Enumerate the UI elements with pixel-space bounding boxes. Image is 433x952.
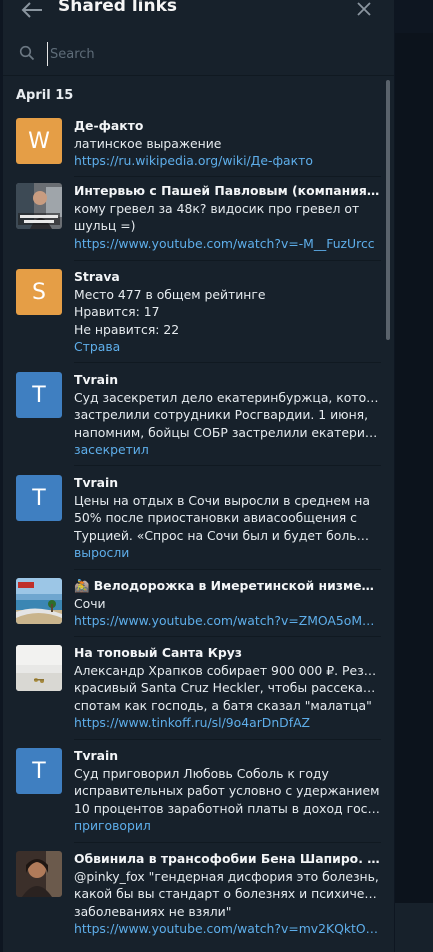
link-description: Место 477 в общем рейтинге: [74, 286, 266, 302]
link-thumbnail: T: [16, 748, 62, 794]
link-description: кому гревел за 48к? видосик про гревел о…: [74, 200, 360, 216]
link-url[interactable]: засекретил: [74, 441, 380, 459]
divider: [74, 260, 381, 261]
divider: [74, 739, 381, 740]
divider: [74, 362, 381, 363]
link-title: На топовый Санта Круз: [74, 645, 242, 660]
link-description: Суд приговорил Любовь Соболь к году: [74, 765, 329, 781]
link-description: @pinky_fox "гендерная дисфория это болез…: [74, 868, 379, 884]
back-arrow-icon[interactable]: [21, 2, 43, 18]
link-description: какой бы вы стандарт о болезнях и психич…: [74, 886, 380, 901]
link-description: Александр Храпков собирает 900 000 ₽. Ре…: [74, 662, 380, 678]
video-thumbnail: [16, 851, 62, 897]
link-title: Де-факто: [74, 118, 144, 133]
link-thumbnail: T: [16, 475, 62, 521]
link-url[interactable]: приговорил: [74, 817, 380, 835]
link-thumbnail: W: [16, 118, 62, 164]
link-url[interactable]: https://www.tinkoff.ru/sl/9o4arDnDfAZ: [74, 714, 380, 732]
panel-header: Shared links: [3, 0, 394, 28]
link-title: Обвинила в трансофобии Бена Шапиро. На .…: [74, 851, 380, 866]
link-thumbnail: T: [16, 372, 62, 418]
link-title: Интервью с Пашей Павловым (компания SH..…: [74, 183, 380, 198]
link-title: Strava: [74, 269, 120, 284]
link-thumbnail-image: [16, 645, 62, 691]
link-description: исправительных работ условно с удержание…: [74, 783, 380, 798]
link-url[interactable]: https://ru.wikipedia.org/wiki/Де-факто: [74, 152, 380, 170]
close-icon[interactable]: [356, 1, 372, 17]
link-description: Цены на отдых в Сочи выросли в среднем н…: [74, 492, 370, 508]
link-title: Tvrain: [74, 475, 119, 490]
chat-input-bar: [395, 903, 433, 952]
shared-links-panel: Shared links April 15 W Де-факто латинск…: [3, 0, 394, 952]
divider: [74, 465, 381, 466]
link-description: Не нравится: 22: [74, 321, 180, 337]
link-description: Сочи: [74, 595, 106, 611]
link-description: спотам как господь, а батя сказал "малат…: [74, 697, 372, 713]
divider: [74, 176, 381, 177]
link-title: Tvrain: [74, 748, 119, 763]
link-title: Tvrain: [74, 372, 119, 387]
link-url[interactable]: https://www.youtube.com/watch?v=mv2KQktO…: [74, 920, 380, 938]
divider: [74, 569, 381, 570]
chat-background: [395, 0, 433, 952]
search-input[interactable]: [47, 42, 372, 66]
chat-area: [395, 33, 433, 903]
panel-title: Shared links: [58, 0, 177, 16]
link-description: красивый Santa Cruz Heckler, чтобы рассе…: [74, 680, 380, 695]
link-url[interactable]: Страва: [74, 338, 380, 356]
link-description: Нравится: 17: [74, 304, 160, 319]
link-url[interactable]: https://www.youtube.com/watch?v=ZMOA5oM0…: [74, 612, 380, 630]
link-thumbnail: S: [16, 269, 62, 315]
search-bar: [3, 33, 394, 76]
divider: [74, 636, 381, 637]
link-description: заболеваниях не взяли": [74, 903, 232, 919]
link-description: Суд засекретил дело екатеринбуржца, кото…: [74, 389, 380, 405]
link-description: напомним, бойцы СОБР застрелили екатерин…: [74, 424, 380, 440]
link-description: застрелили сотрудники Росгвардии. 1 июня…: [74, 407, 369, 422]
video-thumbnail: [16, 578, 62, 624]
video-thumbnail: [16, 183, 62, 229]
scrollbar[interactable]: [386, 80, 390, 340]
divider: [74, 842, 381, 843]
search-icon: [19, 45, 35, 61]
date-header: April 15: [16, 88, 74, 103]
link-title: 🚵 Велодорожка в Имеретинской низменнос..…: [74, 578, 380, 593]
link-description: шульц =): [74, 218, 136, 233]
link-description: латинское выражение: [74, 135, 222, 151]
link-description: 50% после приостановки авиасообщения с: [74, 510, 357, 525]
link-url[interactable]: выросли: [74, 544, 380, 562]
link-description: 10 процентов заработной платы в доход го…: [74, 800, 380, 816]
link-url[interactable]: https://www.youtube.com/watch?v=-M__FuzU…: [74, 235, 380, 253]
link-description: Турцией. «Спрос на Сочи был и будет боль…: [74, 527, 380, 543]
